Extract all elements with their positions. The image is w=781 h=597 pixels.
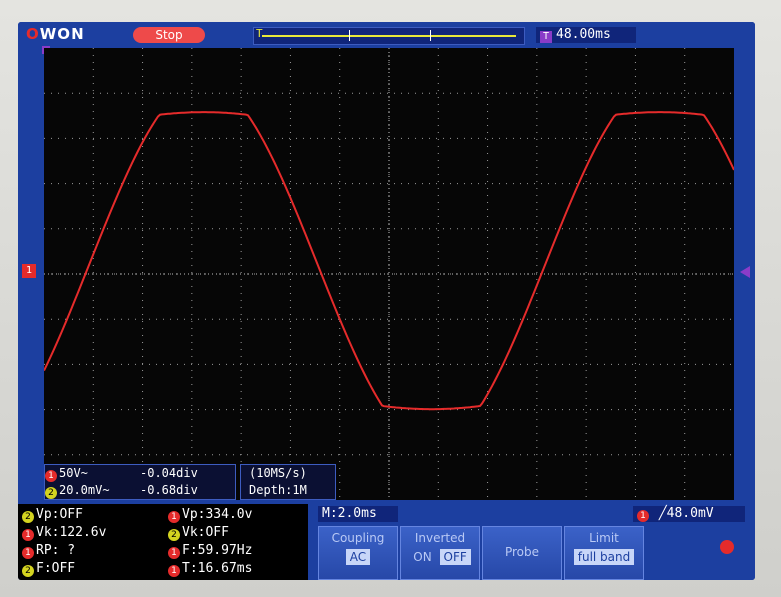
ch1-offset: -0.04div bbox=[140, 466, 198, 480]
bottom-menu-bar: M:2.0ms 1 ╱48.0mV Coupling AC Inverted O… bbox=[308, 504, 755, 580]
trigger-source-icon: 1 bbox=[637, 510, 649, 522]
ch1-volts-per-div: 50V~ bbox=[59, 466, 88, 480]
inverted-off: OFF bbox=[439, 549, 471, 565]
ch1-icon: 1 bbox=[45, 470, 57, 482]
ch2-volts-per-div: 20.0mV~ bbox=[59, 483, 110, 497]
run-stop-status[interactable]: Stop bbox=[133, 27, 205, 43]
limit-value: full band bbox=[573, 549, 635, 565]
meas-ch1-f: 1 F:59.97Hz bbox=[168, 542, 252, 560]
ch2-offset: -0.68div bbox=[140, 483, 198, 497]
memory-view-window bbox=[349, 30, 431, 41]
meas-ch2-vp: 2 Vp:OFF bbox=[22, 506, 83, 524]
ch1-ground-marker[interactable]: 1 bbox=[22, 264, 36, 278]
measurement-panel: 2 Vp:OFF 1 Vp:334.0v 1 Vk:122.6v 2 Vk:OFF 1R… bbox=[18, 504, 308, 580]
waveform-graticule bbox=[44, 48, 734, 500]
probe-title: Probe bbox=[504, 545, 540, 559]
menu-limit[interactable]: Limit full band bbox=[564, 526, 644, 580]
ch2-scale-row: 2 20.0mV~ -0.68div bbox=[45, 482, 235, 499]
coupling-value: AC bbox=[345, 549, 371, 565]
top-status-bar: OWON Stop T T 48.00ms bbox=[18, 22, 755, 46]
rising-edge-icon: ╱ bbox=[658, 506, 667, 521]
meas-ch2-f: 2 F:OFF bbox=[22, 560, 75, 578]
memory-depth: Depth:1M bbox=[249, 483, 307, 497]
sampling-panel: (10MS/s) Depth:1M bbox=[240, 464, 336, 500]
meas-ch2-vk: 2 Vk:OFF bbox=[168, 524, 229, 542]
trigger-delay-readout: T 48.00ms bbox=[536, 27, 636, 43]
menu-probe[interactable]: Probe bbox=[482, 526, 562, 580]
scope-screen: OWON Stop T T 48.00ms 1 1 50V~ -0.04div 22… bbox=[18, 22, 755, 580]
meas-ch1-t: 1 T:16.67ms bbox=[168, 560, 252, 578]
brand-logo: OWON bbox=[26, 25, 85, 43]
channel-indicator-button[interactable] bbox=[720, 540, 734, 554]
graticule-svg bbox=[44, 48, 734, 500]
ch2-icon: 2 bbox=[45, 487, 57, 499]
channel-scale-panel: 1 50V~ -0.04div 2 20.0mV~ -0.68div bbox=[44, 464, 236, 500]
trigger-level-readout: 1 ╱48.0mV bbox=[633, 506, 745, 522]
menu-coupling[interactable]: Coupling AC bbox=[318, 526, 398, 580]
menu-inverted[interactable]: Inverted ON OFF bbox=[400, 526, 480, 580]
meas-ch1-vk: 1 Vk:122.6v bbox=[22, 524, 106, 542]
trigger-delay-icon: T bbox=[540, 31, 552, 43]
meas-ch1-rp: 1 RP: ? bbox=[22, 542, 75, 560]
ch1-scale-row: 1 50V~ -0.04div bbox=[45, 465, 235, 482]
limit-title: Limit bbox=[589, 531, 619, 545]
coupling-title: Coupling bbox=[331, 531, 385, 545]
inverted-title: Inverted bbox=[414, 531, 466, 545]
trigger-level-marker[interactable] bbox=[740, 266, 750, 278]
memory-position-bar[interactable]: T bbox=[253, 27, 525, 45]
sample-rate: (10MS/s) bbox=[249, 466, 307, 480]
meas-ch1-vp: 1 Vp:334.0v bbox=[168, 506, 252, 524]
timebase-readout: M:2.0ms bbox=[318, 506, 398, 522]
trigger-point-icon: T bbox=[256, 27, 263, 40]
trigger-delay-value: 48.00ms bbox=[556, 27, 611, 42]
inverted-on: ON bbox=[413, 550, 432, 564]
trigger-level-value: 48.0mV bbox=[666, 506, 714, 521]
